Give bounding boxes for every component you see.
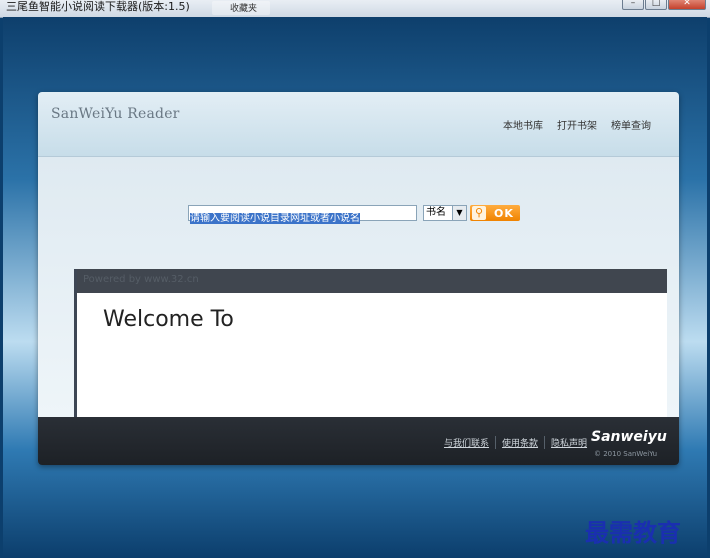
minimize-button[interactable]: –: [622, 0, 644, 10]
nav-open-bookshelf[interactable]: 打开书架: [557, 117, 597, 132]
content-frame: Powered by www.32.cn Welcome To: [74, 269, 667, 417]
footer-link-contact[interactable]: 与我们联系: [438, 436, 495, 449]
footer-links: 与我们联系 使用条款 隐私声明: [438, 436, 593, 449]
footer-logo: Sanweiyu: [591, 429, 667, 445]
content-top-bar: Powered by www.32.cn: [77, 269, 667, 293]
search-ok-button[interactable]: ⚲ OK: [470, 205, 520, 221]
brand-title: SanWeiYu Reader: [51, 106, 180, 122]
reader-footer: 与我们联系 使用条款 隐私声明 Sanweiyu © 2010 SanWeiYu: [38, 417, 679, 465]
search-input[interactable]: 请输入要阅读小说目录网址或者小说名: [188, 205, 417, 224]
window-title: 三尾鱼智能小说阅读下载器(版本:1.5): [6, 0, 190, 13]
search-icon: ⚲: [472, 206, 486, 220]
footer-link-terms[interactable]: 使用条款: [495, 436, 544, 449]
nav-ranking-query[interactable]: 榜单查询: [611, 117, 651, 132]
taskbar-ghost-label: 收藏夹: [230, 4, 258, 14]
chevron-down-icon[interactable]: ▼: [452, 206, 466, 220]
app-frame: SanWeiYu Reader 本地书库 打开书架 榜单查询 请输入要阅读小说目…: [3, 17, 707, 558]
footer-link-privacy[interactable]: 隐私声明: [544, 436, 593, 449]
powered-by-text: Powered by www.32.cn: [83, 274, 199, 285]
footer-copyright: © 2010 SanWeiYu: [594, 450, 658, 458]
watermark-text: 最需教育: [585, 518, 681, 547]
nav-local-library[interactable]: 本地书库: [503, 117, 543, 132]
window-controls: – □ ✕: [622, 0, 706, 10]
search-input-text: 请输入要阅读小说目录网址或者小说名: [190, 213, 360, 224]
reader-header: SanWeiYu Reader 本地书库 打开书架 榜单查询: [38, 92, 679, 157]
welcome-heading: Welcome To: [103, 307, 234, 332]
maximize-button[interactable]: □: [645, 0, 667, 10]
reader-body: 请输入要阅读小说目录网址或者小说名 书名 ▼ ⚲ OK Powered by w…: [38, 157, 679, 417]
ok-label: OK: [494, 206, 514, 220]
top-nav: 本地书库 打开书架 榜单查询: [503, 117, 651, 132]
close-button[interactable]: ✕: [668, 0, 706, 10]
window-titlebar: 三尾鱼智能小说阅读下载器(版本:1.5) 收藏夹 – □ ✕: [0, 0, 710, 18]
search-type-select[interactable]: 书名 ▼: [423, 205, 467, 221]
reader-panel: SanWeiYu Reader 本地书库 打开书架 榜单查询 请输入要阅读小说目…: [38, 92, 679, 465]
search-type-value: 书名: [426, 207, 446, 218]
